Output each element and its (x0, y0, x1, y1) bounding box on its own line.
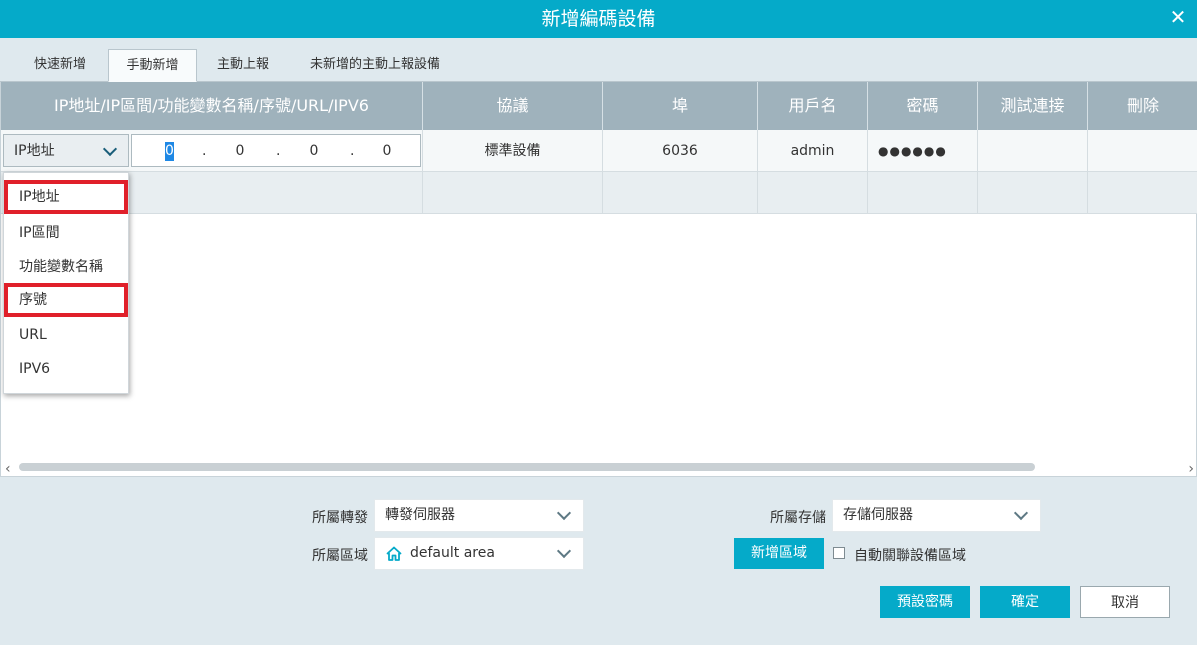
ip-dot: . (276, 143, 281, 159)
delete-cell[interactable] (1088, 130, 1197, 172)
tab-unadded-report-devices[interactable]: 未新增的主動上報設備 (290, 49, 460, 82)
header-address: IP地址/IP區間/功能變數名稱/序號/URL/IPV6 (1, 82, 423, 130)
close-icon[interactable]: ✕ (1167, 6, 1189, 28)
address-type-value: IP地址 (14, 143, 55, 159)
chevron-down-icon (102, 141, 118, 157)
tab-quick-add[interactable]: 快速新增 (12, 49, 108, 82)
default-password-button[interactable]: 預設密碼 (880, 586, 970, 618)
ip-dot: . (350, 143, 355, 159)
header-password: 密碼 (868, 82, 978, 130)
password-cell[interactable]: ●●●●●● (868, 130, 978, 172)
option-url[interactable]: URL (4, 318, 128, 352)
ip-octet-3[interactable]: 0 (304, 135, 324, 168)
scrollbar-thumb[interactable] (19, 463, 1035, 471)
device-table: IP地址/IP區間/功能變數名稱/序號/URL/IPV6 協議 埠 用戶名 密碼… (0, 82, 1197, 477)
header-test-connection: 測試連接 (978, 82, 1088, 130)
add-area-button[interactable]: 新增區域 (734, 538, 824, 569)
tab-bar: 快速新增 手動新增 主動上報 未新增的主動上報設備 (0, 38, 1197, 82)
forward-server-value: 轉發伺服器 (385, 507, 455, 523)
chevron-down-icon (556, 543, 572, 559)
storage-label: 所屬存儲 (770, 510, 826, 526)
option-serial-number[interactable]: 序號 (4, 283, 128, 317)
forward-server-select[interactable]: 轉發伺服器 (374, 499, 584, 532)
auto-link-area-label: 自動關聯設備區域 (854, 548, 966, 564)
ip-dot: . (202, 143, 207, 159)
title-bar: 新增編碼設備 ✕ (0, 0, 1197, 38)
header-port: 埠 (603, 82, 758, 130)
scroll-right-icon[interactable]: › (1188, 461, 1194, 477)
scroll-left-icon[interactable]: ‹ (5, 461, 11, 477)
table-cell (868, 172, 978, 214)
header-delete: 刪除 (1126, 96, 1159, 115)
header-username: 用戶名 (758, 82, 868, 130)
test-connection-cell[interactable] (978, 130, 1088, 172)
table-cell (603, 172, 758, 214)
area-label: 所屬區域 (312, 548, 368, 564)
storage-server-select[interactable]: 存儲伺服器 (832, 499, 1041, 532)
option-ipv6[interactable]: IPV6 (4, 352, 128, 386)
chevron-down-icon (1013, 505, 1029, 521)
table-header: IP地址/IP區間/功能變數名稱/序號/URL/IPV6 協議 埠 用戶名 密碼… (1, 82, 1197, 130)
dialog-title: 新增編碼設備 (541, 8, 656, 30)
ip-address-input[interactable]: 0 . 0 . 0 . 0 (131, 134, 421, 167)
chevron-down-icon (556, 505, 572, 521)
option-ip-range[interactable]: IP區間 (4, 216, 128, 250)
header-protocol: 協議 (423, 82, 603, 130)
address-type-select[interactable]: IP地址 (3, 134, 129, 167)
table-row: IP地址 0 . 0 . 0 . 0 標準設備 6036 admin ●●●●●… (1, 130, 1197, 172)
address-cell: IP地址 0 . 0 . 0 . 0 (1, 130, 423, 172)
table-cell (758, 172, 868, 214)
area-value: default area (410, 545, 495, 561)
table-cell (978, 172, 1088, 214)
address-type-dropdown: IP地址 IP區間 功能變數名稱 序號 URL IPV6 (3, 172, 129, 394)
horizontal-scrollbar[interactable]: ‹ › (1, 459, 1197, 477)
tab-active-report[interactable]: 主動上報 (200, 49, 286, 82)
protocol-cell[interactable]: 標準設備 (423, 130, 603, 172)
cancel-button[interactable]: 取消 (1080, 586, 1170, 618)
auto-link-area-checkbox[interactable] (833, 547, 845, 559)
table-row (1, 172, 1197, 214)
table-cell (423, 172, 603, 214)
area-select[interactable]: default area (374, 537, 584, 570)
ip-octet-2[interactable]: 0 (230, 135, 250, 168)
option-ip-address[interactable]: IP地址 (4, 180, 128, 214)
confirm-button[interactable]: 確定 (980, 586, 1070, 618)
table-cell (1088, 172, 1197, 214)
tab-manual-add[interactable]: 手動新增 (108, 49, 197, 82)
ip-octet-1[interactable]: 0 (165, 142, 174, 161)
port-cell[interactable]: 6036 (603, 130, 758, 172)
username-cell[interactable]: admin (758, 130, 868, 172)
storage-server-value: 存儲伺服器 (843, 507, 913, 523)
option-domain-name[interactable]: 功能變數名稱 (4, 250, 128, 284)
home-icon (386, 546, 402, 561)
forward-label: 所屬轉發 (312, 510, 368, 526)
ip-octet-4[interactable]: 0 (377, 135, 397, 168)
